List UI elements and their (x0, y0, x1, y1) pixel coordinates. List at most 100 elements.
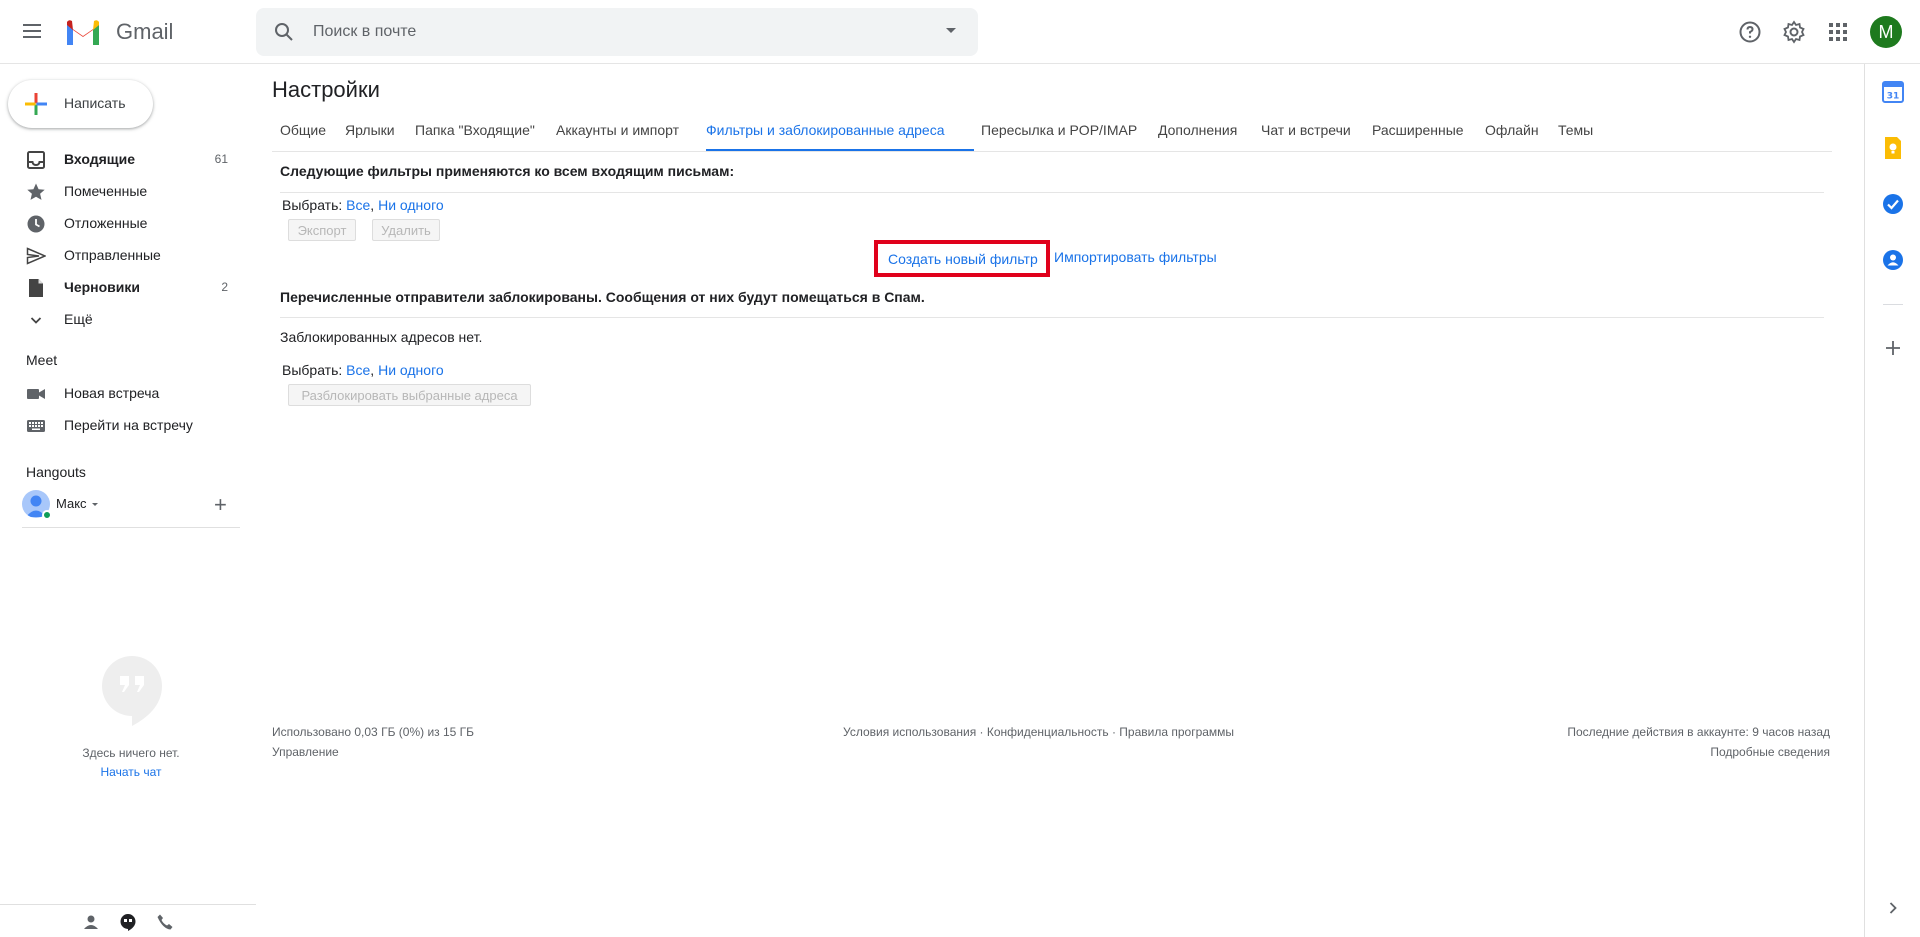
sidebar-item-more[interactable]: Ещё (0, 303, 240, 335)
sidebar-item-label: Ещё (64, 311, 93, 327)
sidebar-item-join-meeting[interactable]: Перейти на встречу (0, 409, 240, 441)
sidebar-item-label: Входящие (64, 151, 135, 167)
sidebar-item-drafts[interactable]: Черновики 2 (0, 271, 240, 303)
select-none-filters-link[interactable]: Ни одного (378, 197, 444, 213)
tab-inbox[interactable]: Папка "Входящие" (415, 122, 535, 138)
hangouts-empty-text: Здесь ничего нет. (82, 746, 180, 760)
hangouts-user-status[interactable]: Макс (22, 490, 242, 520)
draft-icon (29, 279, 43, 297)
privacy-link[interactable]: Конфиденциальность (987, 725, 1109, 739)
compose-button[interactable]: Написать (8, 80, 153, 128)
sidebar-item-sent[interactable]: Отправленные (0, 239, 240, 271)
start-chat-link[interactable]: Начать чат (0, 765, 262, 779)
compose-plus-icon (25, 93, 47, 115)
help-icon[interactable] (1738, 20, 1762, 44)
empty-chat-bubble-icon (102, 656, 162, 726)
side-panel: 31 (1864, 64, 1920, 937)
online-status-dot (42, 510, 52, 520)
tab-labels[interactable]: Ярлыки (345, 122, 395, 138)
clock-icon (27, 215, 45, 233)
terms-link[interactable]: Условия использования (843, 725, 976, 739)
meet-section-title: Meet (26, 352, 58, 368)
sidebar-divider (22, 527, 240, 528)
tab-chat-meet[interactable]: Чат и встречи (1261, 122, 1351, 138)
svg-text:31: 31 (1887, 92, 1900, 102)
last-activity-text: Последние действия в аккаунте: 9 часов н… (1567, 725, 1830, 739)
tab-offline[interactable]: Офлайн (1485, 122, 1539, 138)
blocked-divider (280, 317, 1824, 318)
tab-addons[interactable]: Дополнения (1158, 122, 1237, 138)
star-icon (27, 183, 45, 200)
gmail-logo-icon[interactable] (64, 17, 102, 47)
select-all-filters-link[interactable]: Все (346, 197, 370, 213)
tab-accounts-import[interactable]: Аккаунты и импорт (556, 122, 679, 138)
calendar-icon[interactable]: 31 (1881, 80, 1905, 104)
tasks-icon[interactable] (1881, 192, 1905, 216)
new-chat-plus-icon[interactable]: + (214, 494, 227, 516)
create-new-filter-link[interactable]: Создать новый фильтр (888, 251, 1038, 267)
tab-advanced[interactable]: Расширенные (1372, 122, 1464, 138)
add-addon-plus-icon[interactable] (1881, 336, 1905, 360)
chevron-down-icon (30, 317, 42, 324)
settings-tabs: Общие Ярлыки Папка "Входящие" Аккаунты и… (272, 112, 1832, 152)
sidebar-item-snoozed[interactable]: Отложенные (0, 207, 240, 239)
activity-details-link[interactable]: Подробные сведения (1710, 745, 1830, 759)
sidebar-item-label: Отправленные (64, 247, 161, 263)
select-label: Выбрать: (282, 197, 343, 213)
tab-general[interactable]: Общие (280, 122, 326, 138)
search-options-icon[interactable] (946, 28, 956, 33)
no-blocked-addresses-text: Заблокированных адресов нет. (280, 329, 483, 345)
draft-count: 2 (221, 280, 228, 294)
keep-icon[interactable] (1881, 136, 1905, 160)
sidebar-item-label: Черновики (64, 279, 141, 295)
select-all-blocked-link[interactable]: Все (346, 362, 370, 378)
program-policies-link[interactable]: Правила программы (1119, 725, 1234, 739)
sidebar-item-label: Помеченные (64, 183, 148, 199)
select-none-blocked-link[interactable]: Ни одного (378, 362, 444, 378)
select-label: Выбрать: (282, 362, 343, 378)
main-menu-button[interactable] (20, 20, 44, 44)
sidebar-item-label: Новая встреча (64, 385, 160, 401)
sidebar-item-new-meeting[interactable]: Новая встреча (0, 377, 240, 409)
account-avatar[interactable]: M (1870, 16, 1902, 48)
hangouts-bottom-bar (0, 904, 256, 937)
export-button[interactable]: Экспорт (288, 219, 356, 241)
side-panel-divider (1883, 304, 1903, 305)
footer-separator: · (1108, 725, 1120, 739)
hangouts-user-name: Макс (56, 496, 87, 511)
sidebar-item-inbox[interactable]: Входящие 61 (0, 143, 240, 175)
send-icon (26, 247, 46, 265)
keyboard-icon (27, 420, 45, 432)
tab-filters-blocked[interactable]: Фильтры и заблокированные адреса (706, 122, 945, 138)
filters-divider (280, 192, 1824, 193)
search-bar[interactable] (256, 8, 978, 56)
tab-themes[interactable]: Темы (1558, 122, 1593, 138)
chevron-right-icon[interactable] (1881, 896, 1905, 920)
app-name: Gmail (116, 19, 174, 44)
unblock-selected-button[interactable]: Разблокировать выбранные адреса (288, 384, 531, 406)
storage-usage-text: Использовано 0,03 ГБ (0%) из 15 ГБ (272, 725, 475, 739)
phone-icon[interactable] (156, 913, 174, 931)
manage-storage-link[interactable]: Управление (272, 745, 339, 759)
sidebar-item-starred[interactable]: Помеченные (0, 175, 240, 207)
import-filters-link[interactable]: Импортировать фильтры (1054, 249, 1217, 265)
apps-grid-icon[interactable] (1826, 20, 1850, 44)
delete-button[interactable]: Удалить (372, 219, 440, 241)
sidebar-item-label: Отложенные (64, 215, 148, 231)
tab-forwarding-pop-imap[interactable]: Пересылка и POP/IMAP (981, 122, 1137, 138)
active-tab-indicator (706, 149, 974, 151)
create-filter-highlight: Создать новый фильтр (874, 240, 1050, 277)
settings-gear-icon[interactable] (1782, 20, 1806, 44)
contacts-icon[interactable] (1881, 248, 1905, 272)
footer-policy-links: Условия использования · Конфиденциальнос… (843, 725, 1234, 739)
video-icon (27, 389, 45, 399)
blocked-select-row: Выбрать: Все, Ни одного (282, 362, 444, 378)
status-caret-icon[interactable] (92, 503, 98, 506)
footer-separator: · (976, 725, 987, 739)
hangouts-section-title: Hangouts (26, 464, 86, 480)
search-icon[interactable] (272, 20, 296, 44)
contacts-person-icon[interactable] (82, 913, 100, 931)
sidebar-item-label: Перейти на встречу (64, 417, 193, 433)
search-input[interactable] (313, 18, 873, 46)
hangouts-chat-icon[interactable] (119, 913, 137, 931)
